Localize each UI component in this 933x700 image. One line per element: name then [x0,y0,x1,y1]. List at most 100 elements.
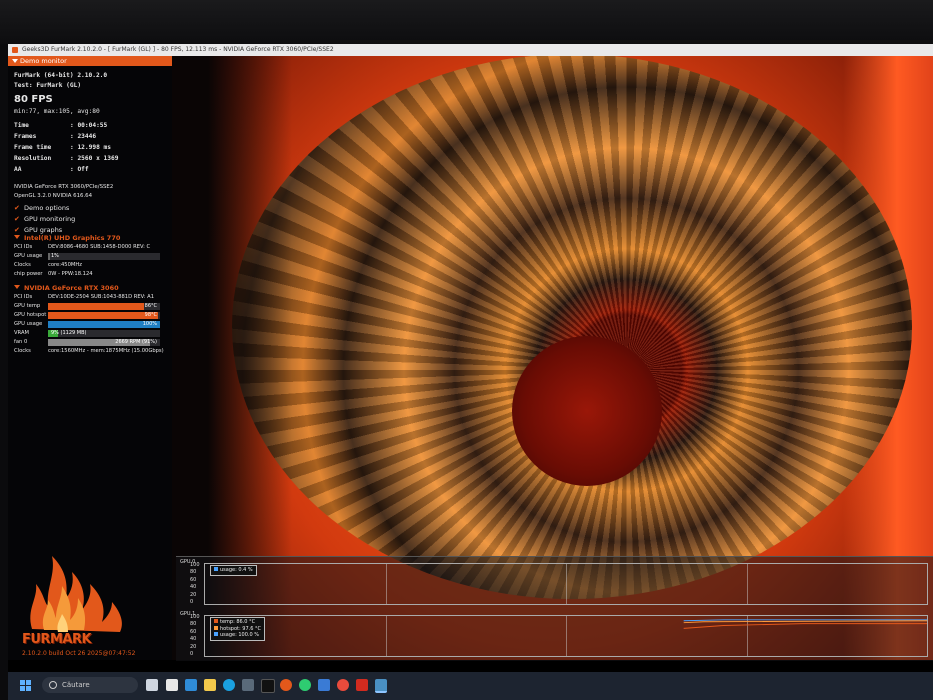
stat-value: : 00:04:55 [70,122,108,129]
y-tick-label: 100 [190,562,200,568]
y-tick-label: 40 [190,636,197,643]
legend-swatch [214,625,218,630]
stat-label: AA [14,166,22,173]
start-button[interactable] [20,680,32,692]
legend-swatch [214,632,218,636]
gpu1-graph-plot [204,615,928,657]
gpu1-graph-lines [683,619,927,629]
gpu-row-bar-value: 86°C [144,303,157,309]
gpu-row-bar-fill [48,303,145,310]
tiktok-icon[interactable] [261,679,275,693]
stat-value: : 2560 x 1369 [70,155,119,162]
whatsapp-icon[interactable] [299,679,311,691]
monitor-bezel [0,0,933,44]
legend-label: temp: 86.0 °C [220,619,256,625]
settings-gear-icon[interactable] [242,679,254,691]
gpu-row-value: 0W - PPW:18.124 [48,271,93,277]
gpu-row-value: core:450MHz [48,262,82,268]
collapse-triangle-icon [12,59,18,63]
task-view-icon[interactable] [146,679,158,691]
gpu-row-bar-value: 100% [142,321,157,327]
stat-value: : 23446 [70,133,97,140]
gpu1-section-header[interactable]: NVIDIA GeForce RTX 3060 [14,284,119,292]
gpu-row-label: PCI IDs [14,294,33,300]
temp-line [683,623,927,629]
gpu-row-value: DEV:10DE-2504 SUB:1043-881D REV: A1 [48,294,155,300]
gpu-row-label: Clocks [14,348,31,354]
widgets-icon[interactable] [166,679,178,691]
store-icon[interactable] [185,679,197,691]
furmark-taskbar-icon[interactable] [356,679,368,691]
search-icon [49,681,57,689]
gpu-row: Clocks core:450MHz [14,262,164,269]
chrome-browser-icon[interactable] [337,679,349,691]
gpu-row-bar: 98°C [48,312,160,319]
windows-taskbar: Căutare [8,672,933,700]
gpu-row-label: GPU hotspot [14,312,47,318]
taskbar-search[interactable]: Căutare [42,677,138,693]
file-explorer-icon[interactable] [204,679,216,691]
gpu0-graph: GPU 0 100 80 60 40 20 0 usage: 0.4 % [176,557,933,607]
taskbar-search-placeholder: Căutare [62,681,90,689]
checkmark-icon: ✔ [14,226,20,234]
y-tick-label: 20 [190,643,197,650]
y-tick-label: 60 [190,576,197,583]
app-icon [12,47,18,53]
active-app-icon[interactable] [375,679,387,693]
stat-label: Resolution [14,155,52,162]
demo-monitor-header[interactable]: Demo monitor [8,56,172,66]
gpu-row-label: fan 0 [14,339,28,345]
gpu-row: chip power 0W - PPW:18.124 [14,271,164,278]
gpu-row: PCI IDs DEV:10DE-2504 SUB:1043-881D REV: … [14,294,164,301]
y-tick-label: 40 [190,584,197,591]
gpu-row-bar-fill [48,253,51,260]
y-tick-label: 80 [190,569,197,576]
fur-donut-core [512,336,662,486]
y-tick-label: 80 [190,621,197,628]
window-titlebar[interactable]: Geeks3D FurMark 2.10.2.0 - [ FurMark (GL… [8,44,933,56]
option-checkbox-gpu-monitoring[interactable]: ✔ GPU monitoring [14,215,75,223]
y-tick-label: 0 [190,599,194,605]
legend-label: hotspot: 97.6 °C [220,625,261,632]
gpu-row-bar-value: 9% (1129 MB) [51,330,87,336]
grid-line [746,564,748,604]
app-red-icon[interactable] [280,679,292,691]
monitor-screen: Geeks3D FurMark 2.10.2.0 - [ FurMark (GL… [8,44,933,700]
gpu-row: fan 0 2669 RPM (91%) [14,339,164,346]
stat-label: Frames [14,133,37,140]
test-line: Test: FurMark (GL) [14,82,82,89]
option-label: GPU monitoring [24,215,76,223]
y-tick-label: 60 [190,628,197,635]
gpu-row: GPU usage 100% [14,321,164,328]
opengl-version: OpenGL 3.2.0 NVIDIA 616.64 [14,193,93,199]
option-label: GPU graphs [24,226,63,234]
option-checkbox-gpu-graphs[interactable]: ✔ GPU graphs [14,226,62,234]
gpu0-section-header[interactable]: Intel(R) UHD Graphics 770 [14,234,120,242]
expand-triangle-icon [14,235,20,239]
furmark-flame-logo [30,556,122,632]
legend-entry: usage: 0.4 % [214,567,253,574]
build-info: 2.10.2.0 build Oct 26 2025@07:47:52 [22,650,136,657]
window-title: Geeks3D FurMark 2.10.2.0 - [ FurMark (GL… [22,46,334,53]
app-blue-icon[interactable] [318,679,330,691]
gpu-graphs-area: GPU 0 100 80 60 40 20 0 usage: 0.4 % GPU 1 10… [176,556,933,661]
gpu-row-label: GPU usage [14,253,43,259]
hotspot-line [683,620,927,624]
gpu1-graph-legend: temp: 86.0 °C hotspot: 97.6 °C usage: 100.… [210,617,265,641]
option-checkbox-demo-options[interactable]: ✔ Demo options [14,204,69,212]
fur-donut [232,56,912,599]
y-tick-label: 100 [190,614,200,620]
gpu0-graph-legend: usage: 0.4 % [210,565,257,576]
grid-line [385,564,387,604]
legend-swatch [214,567,218,571]
gpu-row-bar: 9% (1129 MB) [48,330,160,337]
option-label: Demo options [24,204,70,212]
legend-label: usage: 0.4 % [220,567,253,573]
gpu0-graph-plot [204,563,928,605]
fps-value: 80 FPS [14,94,53,105]
gpu-row-label: chip power [14,271,43,277]
gpu-row-bar: 86°C [48,303,160,310]
edge-browser-icon[interactable] [223,679,235,691]
gpu-row-bar: 2669 RPM (91%) [48,339,160,346]
furmark-logo-text: FURMARK [22,632,92,647]
